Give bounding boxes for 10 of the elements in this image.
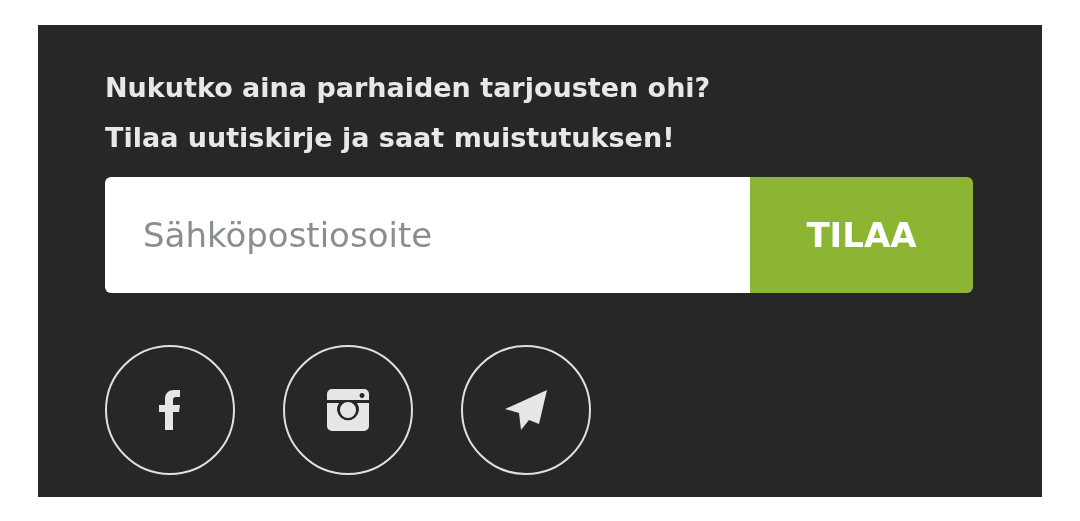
- paper-plane-link[interactable]: [461, 345, 591, 475]
- email-field[interactable]: Sähköpostiosoite: [105, 177, 750, 293]
- newsletter-heading: Tilaa uutiskirje ja saat muistutuksen!: [105, 121, 676, 155]
- newsletter-heading: Nukutko aina parhaiden tarjousten ohi?: [105, 71, 712, 105]
- subscribe-button[interactable]: TILAA: [750, 177, 973, 293]
- facebook-icon: [159, 390, 181, 430]
- camera-icon: [327, 389, 369, 431]
- paper-plane-icon: [505, 390, 547, 430]
- camera-link[interactable]: [283, 345, 413, 475]
- facebook-link[interactable]: [105, 345, 235, 475]
